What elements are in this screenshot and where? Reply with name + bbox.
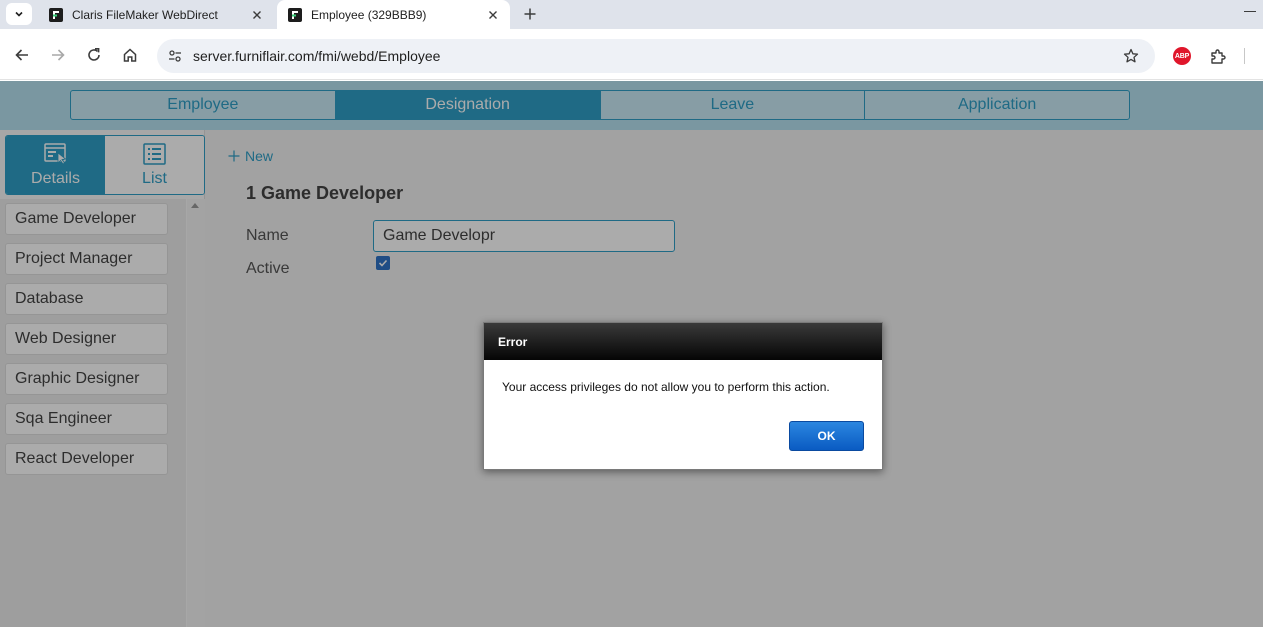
- close-tab-icon[interactable]: [248, 6, 266, 24]
- browser-toolbar: server.furniflair.com/fmi/webd/Employee …: [0, 29, 1263, 80]
- forward-button[interactable]: [48, 45, 68, 65]
- minimize-icon: [1244, 11, 1256, 12]
- browser-tab-strip: Claris FileMaker WebDirect Employee (329…: [0, 0, 1263, 29]
- tab-title: Employee (329BBB9): [311, 7, 427, 22]
- site-info-icon[interactable]: [165, 46, 185, 66]
- tab-title: Claris FileMaker WebDirect: [72, 7, 218, 22]
- error-dialog: Error Your access privileges do not allo…: [483, 322, 883, 470]
- toolbar-divider: [1244, 48, 1245, 64]
- bookmark-star-icon[interactable]: [1121, 46, 1141, 66]
- filemaker-favicon-icon: [49, 7, 63, 22]
- puzzle-icon: [1210, 48, 1226, 64]
- ok-button[interactable]: OK: [789, 421, 864, 451]
- extensions-button[interactable]: [1208, 46, 1228, 66]
- chevron-down-icon: [15, 11, 23, 17]
- arrow-right-icon: [52, 49, 65, 61]
- dialog-message: Your access privileges do not allow you …: [502, 380, 830, 394]
- filemaker-favicon-icon: [288, 7, 302, 22]
- dialog-title: Error: [484, 323, 882, 360]
- close-tab-icon[interactable]: [484, 6, 502, 24]
- new-tab-button[interactable]: [519, 4, 541, 24]
- home-icon: [123, 48, 137, 62]
- tab-search-button[interactable]: [6, 3, 32, 25]
- minimize-window-button[interactable]: [1243, 4, 1257, 20]
- browser-tab-webdirect[interactable]: Claris FileMaker WebDirect: [38, 0, 274, 29]
- url-text[interactable]: server.furniflair.com/fmi/webd/Employee: [193, 48, 440, 64]
- plus-icon: [524, 8, 536, 20]
- address-bar[interactable]: server.furniflair.com/fmi/webd/Employee: [157, 39, 1155, 73]
- reload-icon: [88, 48, 100, 61]
- home-button[interactable]: [120, 45, 140, 65]
- adblock-extension-icon[interactable]: ABP: [1173, 47, 1191, 65]
- browser-tab-employee[interactable]: Employee (329BBB9): [277, 0, 510, 29]
- arrow-left-icon: [15, 49, 28, 61]
- reload-button[interactable]: [84, 45, 104, 65]
- back-button[interactable]: [12, 45, 32, 65]
